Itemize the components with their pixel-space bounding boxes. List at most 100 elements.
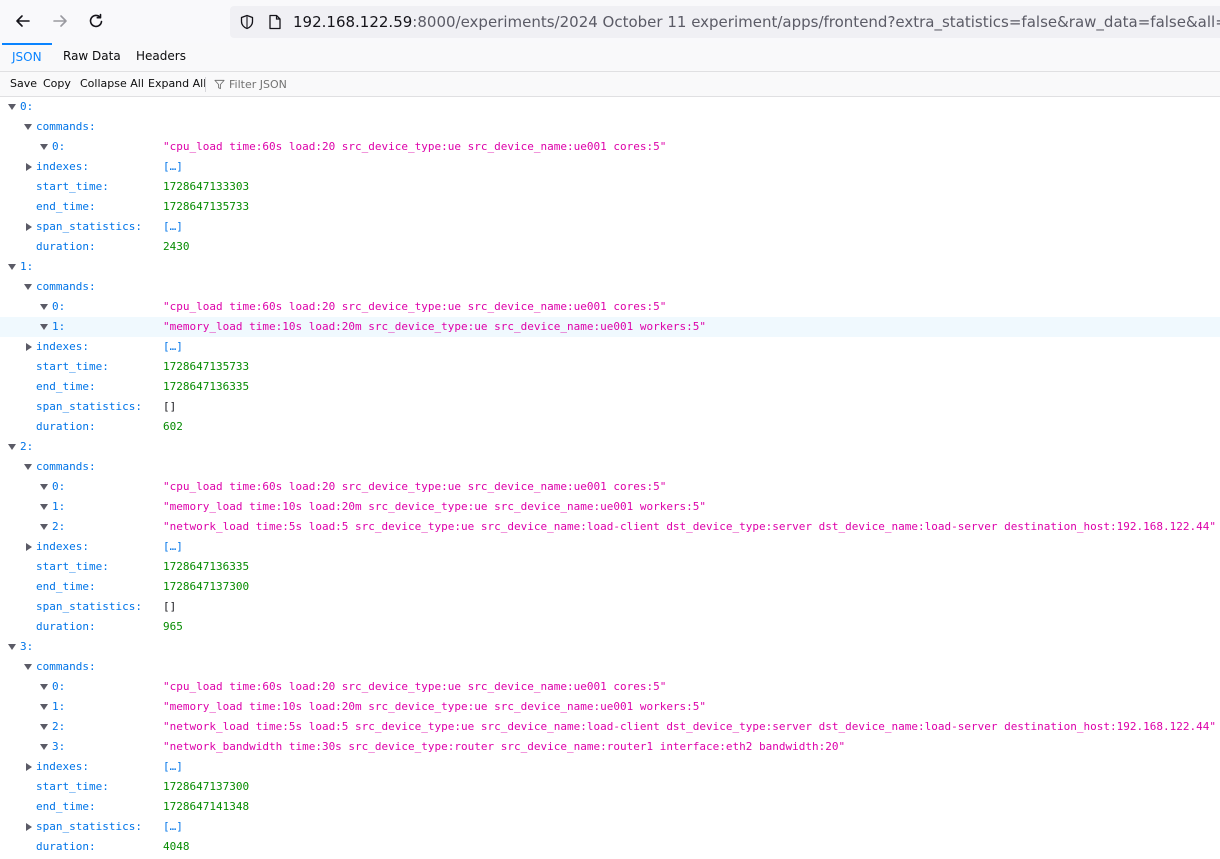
tree-value: "cpu_load time:60s load:20 src_device_ty…	[163, 140, 667, 153]
expanded-toggle-icon[interactable]	[40, 684, 48, 690]
tree-row[interactable]: 0: "cpu_load time:60s load:20 src_device_…	[0, 477, 1220, 497]
tree-row[interactable]: 0:	[0, 97, 1220, 117]
expanded-toggle-icon[interactable]	[24, 284, 32, 290]
tree-row[interactable]: 1: "memory_load time:10s load:20m src_dev…	[0, 497, 1220, 517]
tree-row[interactable]: indexes: […]	[0, 157, 1220, 177]
expanded-toggle-icon[interactable]	[40, 484, 48, 490]
expanded-toggle-icon[interactable]	[24, 664, 32, 670]
tree-key: 0:	[52, 140, 66, 153]
tree-key: commands:	[36, 280, 96, 293]
tree-value: "network_load time:5s load:5 src_device_…	[163, 520, 1216, 533]
browser-toolbar: 192.168.122.59:8000/experiments/2024 Oct…	[0, 0, 1220, 43]
tree-key: duration:	[36, 620, 96, 633]
tree-key: 0:	[20, 100, 34, 113]
tree-row[interactable]: 1:	[0, 257, 1220, 277]
copy-button[interactable]: Copy	[43, 77, 71, 91]
tree-row[interactable]: 2: "network_load time:5s load:5 src_devic…	[0, 517, 1220, 537]
tree-row[interactable]: 3:	[0, 637, 1220, 657]
tree-key: 1:	[52, 700, 66, 713]
tree-key: commands:	[36, 660, 96, 673]
tree-row[interactable]: indexes: […]	[0, 337, 1220, 357]
tab-json[interactable]: JSON	[2, 43, 52, 71]
tree-row: start_time: 1728647137300	[0, 777, 1220, 797]
url-path: :8000/experiments/2024 October 11 experi…	[412, 13, 1220, 31]
collapsed-toggle-icon[interactable]	[26, 823, 32, 831]
expanded-toggle-icon[interactable]	[40, 504, 48, 510]
collapsed-toggle-icon[interactable]	[26, 223, 32, 231]
collapsed-toggle-icon[interactable]	[26, 543, 32, 551]
expanded-toggle-icon[interactable]	[40, 524, 48, 530]
tree-row[interactable]: commands:	[0, 457, 1220, 477]
tree-row[interactable]: span_statistics: […]	[0, 217, 1220, 237]
tree-key: 2:	[52, 720, 66, 733]
expanded-toggle-icon[interactable]	[24, 464, 32, 470]
tree-value: […]	[163, 160, 183, 173]
tree-row[interactable]: 2:	[0, 437, 1220, 457]
tree-row[interactable]: 0: "cpu_load time:60s load:20 src_device_…	[0, 297, 1220, 317]
expand-all-button[interactable]: Expand All	[148, 77, 206, 91]
forward-button[interactable]	[45, 6, 75, 36]
arrow-right-icon	[53, 15, 67, 27]
expanded-toggle-icon[interactable]	[8, 644, 16, 650]
toolbar-divider	[205, 77, 206, 92]
tree-key: span_statistics:	[36, 600, 142, 613]
expanded-toggle-icon[interactable]	[40, 724, 48, 730]
expanded-toggle-icon[interactable]	[40, 144, 48, 150]
tree-value: […]	[163, 340, 183, 353]
tab-raw-data[interactable]: Raw Data	[53, 43, 131, 71]
tree-value: […]	[163, 760, 183, 773]
expanded-toggle-icon[interactable]	[40, 744, 48, 750]
collapsed-toggle-icon[interactable]	[26, 343, 32, 351]
tree-key: span_statistics:	[36, 400, 142, 413]
tree-key: end_time:	[36, 580, 96, 593]
tree-row[interactable]: indexes: […]	[0, 537, 1220, 557]
tree-row[interactable]: commands:	[0, 657, 1220, 677]
tree-row[interactable]: 0: "cpu_load time:60s load:20 src_device_…	[0, 137, 1220, 157]
tree-key: end_time:	[36, 800, 96, 813]
expanded-toggle-icon[interactable]	[40, 324, 48, 330]
reload-button[interactable]	[81, 6, 111, 36]
tree-value: 4048	[163, 840, 190, 853]
tree-key: span_statistics:	[36, 220, 142, 233]
expanded-toggle-icon[interactable]	[40, 304, 48, 310]
expanded-toggle-icon[interactable]	[40, 704, 48, 710]
shield-icon[interactable]	[239, 14, 255, 30]
tree-value: 965	[163, 620, 183, 633]
collapse-all-button[interactable]: Collapse All	[80, 77, 144, 91]
tree-key: indexes:	[36, 340, 89, 353]
expanded-toggle-icon[interactable]	[8, 104, 16, 110]
tree-row[interactable]: 3: "network_bandwidth time:30s src_device…	[0, 737, 1220, 757]
tree-value: []	[163, 400, 177, 413]
tree-key: start_time:	[36, 180, 109, 193]
page-icon[interactable]	[268, 14, 282, 30]
address-bar[interactable]: 192.168.122.59:8000/experiments/2024 Oct…	[230, 6, 1220, 38]
url-text[interactable]: 192.168.122.59:8000/experiments/2024 Oct…	[293, 12, 1220, 32]
save-button[interactable]: Save	[10, 77, 37, 91]
expanded-toggle-icon[interactable]	[8, 444, 16, 450]
tree-row[interactable]: span_statistics: […]	[0, 817, 1220, 837]
tree-key: 0:	[52, 680, 66, 693]
tree-key: 0:	[52, 300, 66, 313]
expanded-toggle-icon[interactable]	[24, 124, 32, 130]
tree-row[interactable]: 1: "memory_load time:10s load:20m src_dev…	[0, 317, 1220, 337]
tree-row: span_statistics: []	[0, 397, 1220, 417]
back-button[interactable]	[8, 6, 38, 36]
filter-icon	[214, 79, 225, 89]
collapsed-toggle-icon[interactable]	[26, 763, 32, 771]
tree-key: start_time:	[36, 560, 109, 573]
tab-headers[interactable]: Headers	[126, 43, 196, 71]
tree-row[interactable]: commands:	[0, 117, 1220, 137]
filter-box[interactable]	[214, 76, 379, 92]
filter-json-input[interactable]	[229, 77, 379, 91]
tree-row[interactable]: 2: "network_load time:5s load:5 src_devic…	[0, 717, 1220, 737]
tree-row[interactable]: 1: "memory_load time:10s load:20m src_dev…	[0, 697, 1220, 717]
collapsed-toggle-icon[interactable]	[26, 163, 32, 171]
expanded-toggle-icon[interactable]	[8, 264, 16, 270]
tree-row[interactable]: commands:	[0, 277, 1220, 297]
tree-value: 602	[163, 420, 183, 433]
tree-row[interactable]: indexes: […]	[0, 757, 1220, 777]
json-tree: 0: commands: 0: "cpu_load time:60s load:20 …	[0, 97, 1220, 859]
tree-row[interactable]: 0: "cpu_load time:60s load:20 src_device_…	[0, 677, 1220, 697]
tree-key: indexes:	[36, 160, 89, 173]
tree-key: commands:	[36, 460, 96, 473]
